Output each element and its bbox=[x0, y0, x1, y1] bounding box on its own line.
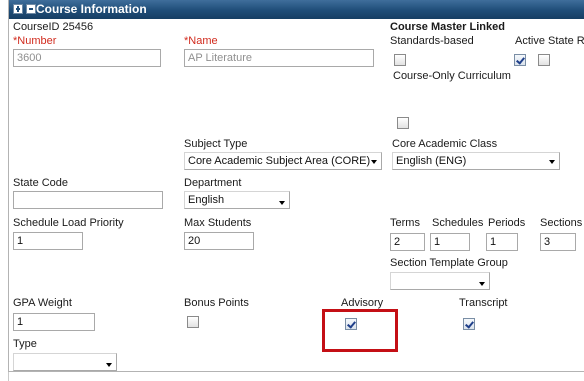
chevron-down-icon bbox=[479, 282, 485, 286]
department-label: Department bbox=[184, 177, 242, 189]
bonus-points-checkbox[interactable] bbox=[187, 316, 199, 328]
advisory-highlight-box bbox=[322, 309, 398, 352]
standards-based-label: Standards-based bbox=[390, 35, 474, 47]
name-field[interactable]: AP Literature bbox=[184, 49, 374, 67]
schedules-label: Schedules bbox=[432, 217, 484, 229]
core-academic-class-value: English (ENG) bbox=[396, 155, 467, 167]
periods-label: Periods bbox=[488, 217, 526, 229]
number-label: *Number bbox=[13, 35, 57, 47]
chevron-down-icon bbox=[106, 363, 112, 367]
transcript-label: Transcript bbox=[459, 297, 508, 309]
panel-title: Course Information bbox=[36, 2, 147, 16]
state-code-field[interactable] bbox=[13, 191, 163, 209]
schedule-load-priority-label: Schedule Load Priority bbox=[13, 217, 124, 229]
active-state-label: Active State R bbox=[515, 35, 584, 47]
number-field[interactable]: 3600 bbox=[13, 49, 161, 67]
expand-icon[interactable] bbox=[13, 4, 23, 14]
max-students-label: Max Students bbox=[184, 217, 252, 229]
transcript-checkbox[interactable] bbox=[463, 318, 475, 330]
active-state-second-checkbox[interactable] bbox=[538, 54, 550, 66]
gpa-weight-label: GPA Weight bbox=[13, 297, 72, 309]
bonus-points-label: Bonus Points bbox=[184, 297, 249, 309]
course-only-curriculum-label: Course-Only Curriculum bbox=[393, 70, 511, 82]
name-label: *Name bbox=[184, 35, 218, 47]
subject-type-value: Core Academic Subject Area (CORE) bbox=[188, 155, 371, 167]
core-academic-class-select[interactable]: English (ENG) bbox=[392, 152, 560, 170]
sections-field[interactable]: 3 bbox=[540, 233, 576, 251]
gpa-weight-field[interactable]: 1 bbox=[13, 313, 95, 331]
state-code-label: State Code bbox=[13, 177, 69, 189]
collapse-icon[interactable] bbox=[26, 4, 36, 14]
schedule-load-priority-field[interactable]: 1 bbox=[13, 232, 83, 250]
chevron-down-icon bbox=[371, 160, 377, 164]
chevron-down-icon bbox=[549, 160, 555, 164]
department-select[interactable]: English bbox=[184, 191, 290, 209]
course-id-label: CourseID 25456 bbox=[13, 21, 94, 33]
type-select[interactable] bbox=[13, 353, 117, 371]
terms-field[interactable]: 2 bbox=[390, 233, 425, 251]
chevron-down-icon bbox=[279, 201, 285, 205]
schedules-field[interactable]: 1 bbox=[430, 233, 470, 251]
max-students-field[interactable]: 20 bbox=[184, 232, 254, 250]
panel-header: Course Information bbox=[9, 0, 584, 19]
core-academic-class-label: Core Academic Class bbox=[392, 138, 498, 150]
subject-type-select[interactable]: Core Academic Subject Area (CORE) bbox=[184, 152, 382, 170]
course-only-curriculum-checkbox[interactable] bbox=[397, 117, 409, 129]
terms-label: Terms bbox=[390, 217, 420, 229]
course-master-linked-label: Course Master Linked bbox=[390, 21, 505, 33]
periods-field[interactable]: 1 bbox=[486, 233, 518, 251]
sections-label: Sections bbox=[540, 217, 583, 229]
type-label: Type bbox=[13, 338, 37, 350]
department-value: English bbox=[188, 194, 225, 206]
section-template-group-label: Section Template Group bbox=[390, 257, 508, 269]
standards-based-checkbox[interactable] bbox=[394, 54, 406, 66]
section-template-group-select[interactable] bbox=[390, 272, 490, 290]
active-state-checkbox[interactable] bbox=[514, 54, 526, 66]
subject-type-label: Subject Type bbox=[184, 138, 248, 150]
